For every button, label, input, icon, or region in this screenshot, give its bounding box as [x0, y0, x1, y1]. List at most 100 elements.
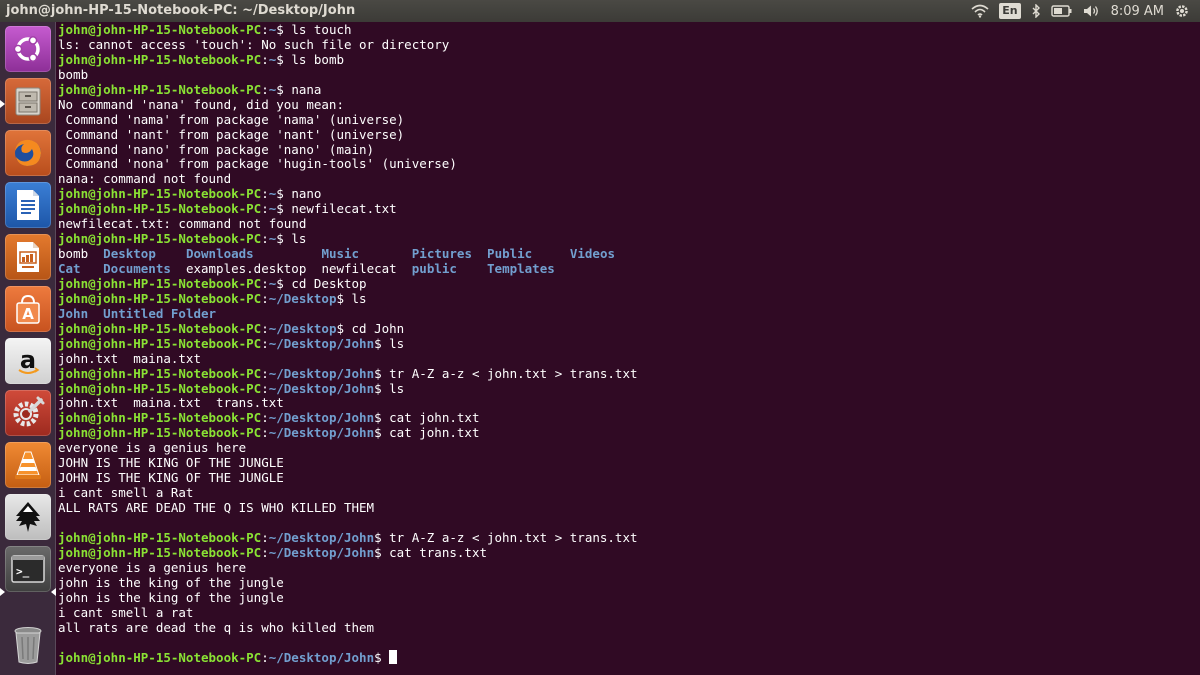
settings-gear-icon[interactable] — [1174, 0, 1190, 22]
prompt-path: ~/Desktop/John — [268, 380, 375, 396]
prompt-separator: : — [261, 186, 269, 202]
launcher-item-inkscape[interactable] — [5, 494, 51, 540]
launcher-item-software[interactable]: A — [5, 286, 51, 332]
output-line: nana: command not found — [58, 171, 232, 187]
prompt-user-host: john@john-HP-15-Notebook-PC — [58, 529, 262, 545]
clock[interactable]: 8:09 AM — [1111, 0, 1164, 22]
ls-output-line: Cat Documents examples.desktop newfileca… — [58, 261, 1200, 277]
command-text: ls bomb — [291, 51, 345, 67]
prompt-dollar: $ — [374, 544, 390, 560]
prompt-separator: : — [261, 365, 269, 381]
prompt-line: john@john-HP-15-Notebook-PC:~$ newfileca… — [58, 201, 1200, 217]
command-text: ls — [351, 290, 367, 306]
prompt-dollar: $ — [374, 410, 390, 426]
battery-icon[interactable] — [1050, 0, 1073, 22]
prompt-separator: : — [261, 22, 269, 37]
amazon-glyph: a — [20, 346, 36, 374]
prompt-user-host: john@john-HP-15-Notebook-PC — [58, 320, 262, 336]
directory-entry: Pictures — [411, 246, 472, 262]
prompt-path: ~/Desktop/John — [268, 425, 375, 441]
indicator-area: En 8:09 AM — [971, 0, 1200, 22]
prompt-user-host: john@john-HP-15-Notebook-PC — [58, 290, 262, 306]
launcher-item-terminal[interactable]: >_ — [5, 546, 51, 592]
launcher-item-files[interactable] — [5, 78, 51, 124]
launcher-item-dash[interactable] — [5, 26, 51, 72]
output-line: ls: cannot access 'touch': No such file … — [58, 36, 450, 52]
prompt-dollar: $ — [276, 201, 292, 217]
prompt-path: ~/Desktop — [268, 290, 337, 306]
prompt-dollar: $ — [374, 335, 390, 351]
command-text: cd Desktop — [291, 275, 367, 291]
trash-icon — [14, 627, 42, 664]
command-text: cat john.txt — [389, 425, 480, 441]
launcher-item-amazon[interactable]: a — [5, 338, 51, 384]
prompt-path: ~/Desktop/John — [268, 410, 375, 426]
directory-entry: Downloads — [185, 246, 254, 262]
prompt-dollar: $ — [374, 650, 390, 666]
prompt-line: john@john-HP-15-Notebook-PC:~/Desktop/Jo… — [58, 425, 1200, 441]
keyboard-lang-label: En — [999, 3, 1021, 19]
prompt-line: john@john-HP-15-Notebook-PC:~$ nano — [58, 186, 1200, 202]
terminal-icon: >_ — [11, 555, 45, 583]
prompt-user-host: john@john-HP-15-Notebook-PC — [58, 365, 262, 381]
prompt-line: john@john-HP-15-Notebook-PC:~/Desktop/Jo… — [58, 650, 1200, 665]
prompt-user-host: john@john-HP-15-Notebook-PC — [58, 410, 262, 426]
text-cursor — [389, 650, 398, 665]
bluetooth-icon[interactable] — [1031, 0, 1041, 22]
window-title: john@john-HP-15-Notebook-PC: ~/Desktop/J… — [6, 3, 356, 18]
prompt-separator: : — [261, 425, 269, 441]
file-entry: newfilecat — [321, 261, 397, 276]
prompt-user-host: john@john-HP-15-Notebook-PC — [58, 186, 262, 202]
terminal-output[interactable]: john@john-HP-15-Notebook-PC:~$ ls touch l… — [57, 22, 1200, 675]
prompt-separator: : — [261, 81, 269, 97]
prompt-dollar: $ — [276, 275, 292, 291]
command-text: tr A-Z a-z < john.txt > trans.txt — [389, 365, 638, 381]
launcher-item-impress[interactable] — [5, 234, 51, 280]
directory-entry: Music — [321, 246, 360, 262]
volume-icon[interactable] — [1083, 0, 1101, 22]
prompt-separator: : — [261, 201, 269, 217]
launcher-item-firefox[interactable] — [5, 130, 51, 176]
impress-presentation-icon — [17, 242, 39, 272]
command-text: tr A-Z a-z < john.txt > trans.txt — [389, 529, 638, 545]
column-gap — [81, 261, 104, 276]
prompt-dollar: $ — [374, 425, 390, 441]
prompt-dollar: $ — [336, 290, 352, 306]
software-glyph: A — [22, 305, 34, 323]
output-line: ALL RATS ARE DEAD THE Q IS WHO KILLED TH… — [58, 500, 375, 515]
directory-entry: Untitled Folder — [103, 305, 217, 321]
prompt-separator: : — [261, 529, 269, 545]
prompt-path: ~/Desktop/John — [268, 650, 375, 666]
directory-entry: public — [411, 261, 457, 276]
prompt-line: john@john-HP-15-Notebook-PC:~/Desktop$ l… — [58, 290, 1200, 307]
output-line: Command 'nama' from package 'nama' (univ… — [58, 111, 405, 127]
ubuntu-logo-icon — [13, 36, 40, 62]
prompt-line: john@john-HP-15-Notebook-PC:~$ ls — [58, 231, 1200, 247]
output-line: Command 'nona' from package 'hugin-tools… — [58, 156, 457, 172]
prompt-dollar: $ — [276, 22, 292, 37]
prompt-user-host: john@john-HP-15-Notebook-PC — [58, 201, 262, 217]
column-gap — [532, 246, 570, 261]
prompt-line: john@john-HP-15-Notebook-PC:~/Desktop$ c… — [58, 320, 1200, 337]
inkscape-icon — [16, 502, 40, 532]
prompt-user-host: john@john-HP-15-Notebook-PC — [58, 22, 262, 37]
launcher-item-trash[interactable] — [5, 622, 51, 668]
prompt-user-host: john@john-HP-15-Notebook-PC — [58, 380, 262, 396]
launcher-item-vlc[interactable] — [5, 442, 51, 488]
launcher-item-writer[interactable] — [5, 182, 51, 228]
keyboard-layout-indicator[interactable]: En — [999, 0, 1021, 22]
prompt-dollar: $ — [374, 380, 390, 396]
shopping-bag-icon: A — [16, 294, 40, 324]
prompt-line: john@john-HP-15-Notebook-PC:~$ cd Deskto… — [58, 275, 1200, 292]
column-gap — [156, 246, 186, 261]
prompt-separator: : — [261, 320, 269, 336]
output-line: i cant smell a Rat — [58, 485, 194, 501]
launcher-item-settings[interactable] — [5, 390, 51, 436]
column-gap — [88, 246, 103, 261]
prompt-separator: : — [261, 51, 269, 67]
wifi-icon[interactable] — [971, 0, 989, 22]
column-gap — [472, 246, 487, 261]
output-line: all rats are dead the q is who killed th… — [58, 619, 375, 635]
